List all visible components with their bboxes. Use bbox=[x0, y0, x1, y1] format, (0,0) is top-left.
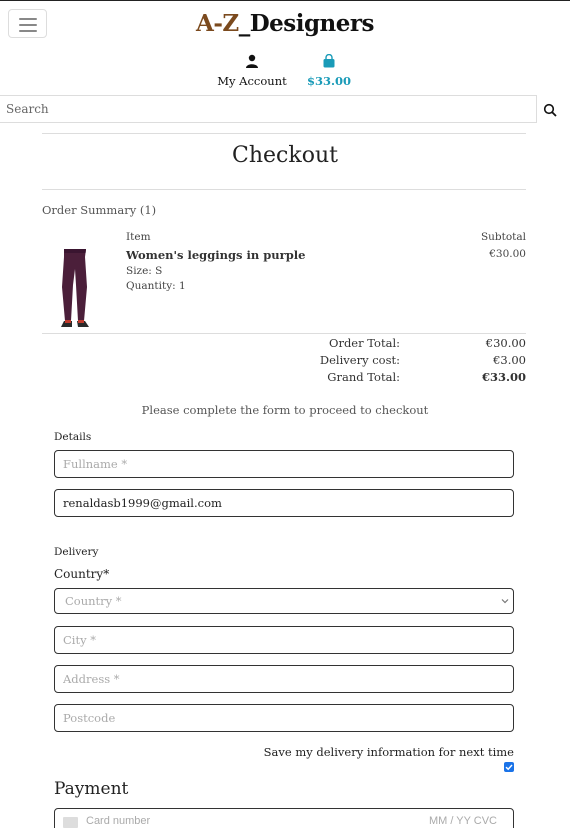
details-legend: Details bbox=[54, 431, 92, 443]
order-summary-label: Order Summary (1) bbox=[42, 203, 157, 217]
payment-title: Payment bbox=[54, 779, 129, 799]
credit-card-icon bbox=[63, 817, 78, 828]
order-total-label: Order Total: bbox=[329, 336, 400, 350]
brand-suffix: _Designers bbox=[238, 10, 375, 37]
grand-total-value: €33.00 bbox=[481, 370, 526, 384]
page-title: Checkout bbox=[232, 143, 338, 168]
bag-total: $33.00 bbox=[306, 74, 351, 88]
column-header-item: Item bbox=[126, 231, 151, 243]
card-number-field[interactable]: Card number MM / YY CVC bbox=[54, 808, 514, 828]
divider bbox=[42, 189, 526, 190]
check-icon bbox=[505, 764, 513, 771]
brand-logo[interactable]: A-Z_Designers bbox=[0, 9, 570, 39]
my-account-label: My Account bbox=[217, 74, 287, 88]
product-subtotal: €30.00 bbox=[489, 248, 526, 260]
search-bar bbox=[0, 95, 570, 123]
order-total-value: €30.00 bbox=[485, 336, 526, 350]
city-field[interactable] bbox=[54, 626, 514, 654]
search-input[interactable] bbox=[0, 95, 537, 123]
save-info-checkbox[interactable] bbox=[504, 762, 514, 772]
product-quantity: Quantity: 1 bbox=[126, 280, 186, 292]
divider bbox=[42, 133, 526, 134]
shopping-bag-link[interactable]: $33.00 bbox=[302, 53, 356, 88]
product-size: Size: S bbox=[126, 265, 163, 277]
save-info-row: Save my delivery information for next ti… bbox=[250, 745, 514, 773]
user-icon bbox=[246, 54, 258, 68]
fullname-field[interactable] bbox=[54, 450, 514, 478]
checkout-notice: Please complete the form to proceed to c… bbox=[141, 403, 429, 417]
product-name: Women's leggings in purple bbox=[126, 248, 306, 262]
divider bbox=[42, 333, 526, 334]
card-number-placeholder: Card number bbox=[86, 815, 151, 827]
postcode-field[interactable] bbox=[54, 704, 514, 732]
brand-prefix: A-Z bbox=[196, 10, 239, 37]
save-info-label: Save my delivery information for next ti… bbox=[263, 745, 514, 759]
search-icon bbox=[543, 103, 557, 117]
email-field[interactable] bbox=[54, 489, 514, 517]
card-expiry-cvc-placeholder: MM / YY CVC bbox=[428, 815, 497, 827]
grand-total-label: Grand Total: bbox=[327, 370, 400, 384]
purple-leggings-image bbox=[52, 247, 98, 331]
delivery-cost-label: Delivery cost: bbox=[319, 353, 400, 367]
chevron-down-icon bbox=[501, 599, 509, 604]
delivery-cost-value: €3.00 bbox=[493, 353, 526, 367]
column-header-subtotal: Subtotal bbox=[480, 231, 526, 243]
country-label: Country* bbox=[54, 567, 110, 581]
delivery-legend: Delivery bbox=[54, 546, 99, 558]
country-select[interactable]: Country * bbox=[54, 588, 514, 614]
address-field[interactable] bbox=[54, 665, 514, 693]
shopping-bag-icon bbox=[323, 53, 335, 68]
search-button[interactable] bbox=[540, 100, 560, 120]
country-select-value: Country * bbox=[65, 594, 122, 608]
my-account-link[interactable]: My Account bbox=[214, 53, 290, 88]
